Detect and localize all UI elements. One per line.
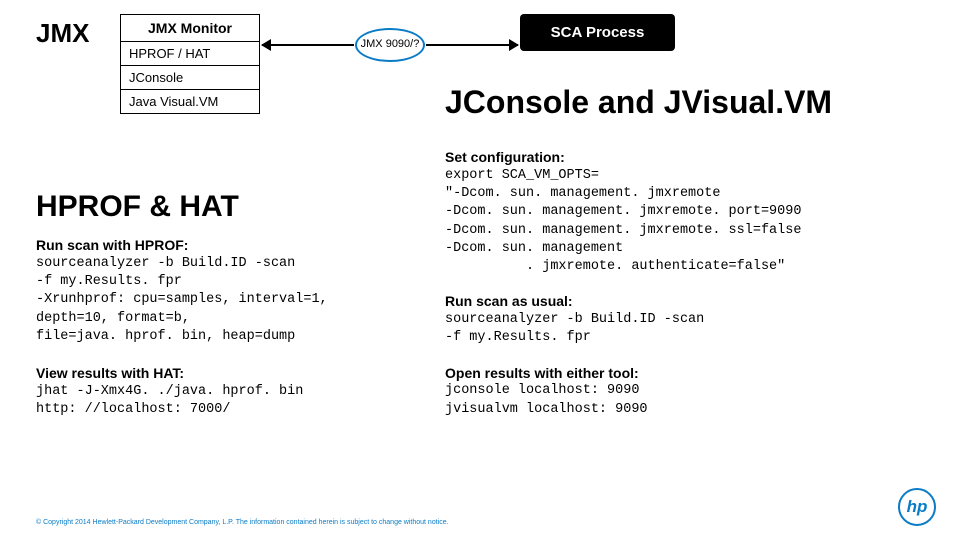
jmx-monitor-header: JMX Monitor bbox=[121, 15, 259, 42]
run-scan-label: Run scan as usual: bbox=[445, 292, 945, 311]
run-scan-code: sourceanalyzer -b Build.ID -scan -f my.R… bbox=[445, 311, 945, 347]
sca-process-box: SCA Process bbox=[520, 14, 675, 51]
jmx-port-label: JMX 9090/? bbox=[361, 38, 420, 51]
left-body: Run scan with HPROF: sourceanalyzer -b B… bbox=[36, 236, 426, 437]
arrow-right bbox=[426, 44, 518, 46]
set-config-code: export SCA_VM_OPTS= "-Dcom. sun. managem… bbox=[445, 167, 945, 276]
jmx-monitor-item-jconsole: JConsole bbox=[121, 66, 259, 90]
set-config-label: Set configuration: bbox=[445, 148, 945, 167]
jmx-monitor-item-hprof: HPROF / HAT bbox=[121, 42, 259, 66]
copyright-footer: © Copyright 2014 Hewlett-Packard Develop… bbox=[36, 519, 449, 526]
open-results-code: jconsole localhost: 9090 jvisualvm local… bbox=[445, 382, 945, 418]
open-results-label: Open results with either tool: bbox=[445, 364, 945, 383]
hprof-run-code: sourceanalyzer -b Build.ID -scan -f my.R… bbox=[36, 255, 426, 346]
left-heading: HPROF & HAT bbox=[36, 190, 239, 224]
hat-view-code: jhat -J-Xmx4G. ./java. hprof. bin http: … bbox=[36, 383, 426, 419]
page-title: JMX bbox=[36, 18, 89, 49]
jmx-monitor-box: JMX Monitor HPROF / HAT JConsole Java Vi… bbox=[120, 14, 260, 114]
hp-logo-text: hp bbox=[907, 497, 928, 517]
hprof-run-label: Run scan with HPROF: bbox=[36, 236, 426, 255]
jmx-port-oval: JMX 9090/? bbox=[355, 28, 425, 62]
jmx-monitor-item-visualvm: Java Visual.VM bbox=[121, 90, 259, 113]
arrow-left bbox=[262, 44, 354, 46]
right-heading: JConsole and JVisual.VM bbox=[445, 84, 832, 121]
hp-logo-icon: hp bbox=[898, 488, 936, 526]
right-body: Set configuration: export SCA_VM_OPTS= "… bbox=[445, 148, 945, 435]
hat-view-label: View results with HAT: bbox=[36, 364, 426, 383]
